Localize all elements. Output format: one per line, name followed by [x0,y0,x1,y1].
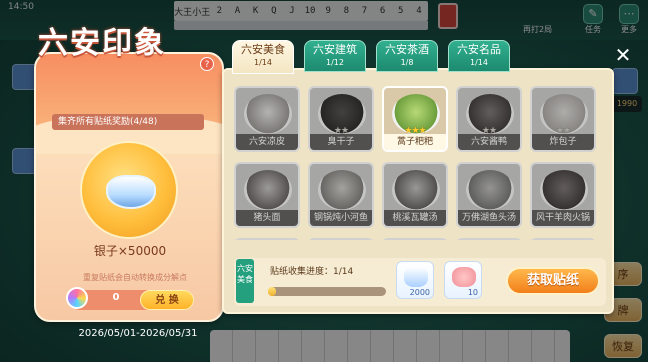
bonus-silver[interactable]: 2000 [396,261,434,299]
tab-count: 1/8 [400,58,414,67]
dish-image [244,170,292,210]
sticker-card[interactable] [456,238,522,240]
get-stickers-button[interactable]: 获取贴纸 [506,267,600,295]
sticker-card[interactable]: ★★ 炸包子 [530,86,596,152]
exchange-points-count: 0 [112,292,120,303]
sticker-card[interactable]: 桃溪瓦罐汤 [382,162,448,228]
reward-coin-icon [80,141,178,239]
event-date-range: 2026/05/01-2026/05/31 [78,328,198,339]
tab-label: 六安茶酒 [385,43,429,56]
sticker-card[interactable]: ★★ 臭干子 [308,86,374,152]
tab-count: 1/14 [254,58,272,67]
tab-tea-wine[interactable]: 六安茶酒 1/8 [376,40,438,72]
tab-architecture[interactable]: 六安建筑 1/12 [304,40,366,72]
sticker-card[interactable] [382,238,448,240]
sticker-card[interactable]: 万佛湖鱼头汤 [456,162,522,228]
sticker-card[interactable]: ★★ 六安酱鸭 [456,86,522,152]
decompose-points-icon [66,287,88,309]
sticker-name: 六安酱鸭 [458,134,520,150]
silver-ingot-icon [106,175,156,209]
piggy-icon [452,267,476,287]
collection-progress-fill [268,287,277,296]
sticker-card[interactable]: 猪头面 [234,162,300,228]
duplicate-note: 重复贴纸会自动转换成分解点 [83,273,187,282]
sticker-name: 猪头面 [236,210,298,226]
collect-all-reward-label: 集齐所有贴纸奖励(4/48) [52,114,204,130]
sticker-name: 桃溪瓦罐汤 [384,210,446,226]
sticker-card[interactable]: ★★★ 蒿子粑粑 [382,86,448,152]
dish-image [244,94,292,134]
bonus-silver-value: 2000 [409,288,430,297]
sticker-card[interactable]: 钢锅炖小河鱼 [308,162,374,228]
sticker-name: 风干羊肉火锅 [532,210,594,226]
tab-count: 1/12 [326,58,344,67]
sticker-card[interactable] [530,238,596,240]
event-title: 六安印象 [38,26,166,61]
bonus-pig[interactable]: 10 [444,261,482,299]
category-tabs: 六安美食 1/14 六安建筑 1/12 六安茶酒 1/8 六安名品 1/14 [232,40,510,74]
dish-image [540,170,588,210]
reward-amount: 银子×50000 [93,244,167,258]
tab-label: 六安名品 [457,43,501,56]
close-icon[interactable]: ✕ [612,44,634,66]
sticker-name: 臭干子 [310,134,372,150]
tab-famous-products[interactable]: 六安名品 1/14 [448,40,510,72]
dish-image [466,170,514,210]
sticker-card[interactable] [308,238,374,240]
exchange-button[interactable]: 兑 换 [140,290,194,310]
sticker-name: 万佛湖鱼头汤 [458,210,520,226]
tab-count: 1/14 [470,58,488,67]
sticker-card[interactable]: 六安凉皮 [234,86,300,152]
sticker-card[interactable] [234,238,300,240]
tab-label: 六安建筑 [313,43,357,56]
category-badge: 六安美食 [236,259,254,303]
dish-image [318,170,366,210]
sticker-name: 蒿子粑粑 [384,134,446,150]
sticker-grid: 六安凉皮 ★★ 臭干子 ★★★ 蒿子粑粑 ★★ 六安酱鸭 ★★ 炸包子猪头面 钢锅炖小河鱼 桃溪瓦罐… [234,86,606,240]
help-icon[interactable]: ? [200,57,214,71]
sticker-name: 炸包子 [532,134,594,150]
collection-progress-label: 贴纸收集进度：1/14 [270,267,354,277]
tab-label: 六安美食 [241,43,285,56]
sticker-name: 钢锅炖小河鱼 [310,210,372,226]
collection-progress-bar [268,287,386,296]
bonus-pig-value: 10 [467,288,478,297]
sticker-card[interactable]: 风干羊肉火锅 [530,162,596,228]
sticker-name: 六安凉皮 [236,134,298,150]
dish-image [392,170,440,210]
silver-ingot-icon [404,267,428,287]
tab-food[interactable]: 六安美食 1/14 [232,40,294,74]
